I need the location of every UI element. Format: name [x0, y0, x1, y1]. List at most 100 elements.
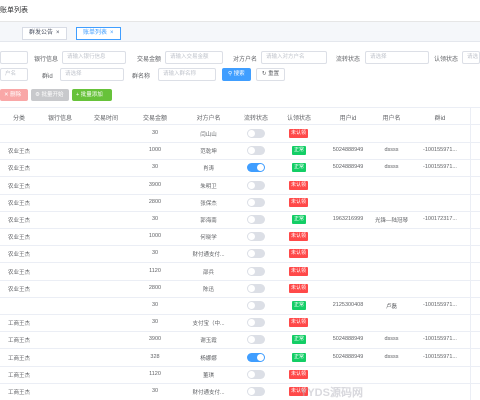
amount-input[interactable]: 请输入交易金额 [165, 51, 223, 64]
toggle-knob [257, 164, 264, 172]
cell-amount: 328 [150, 353, 160, 360]
table-row[interactable]: 工商王杰 30 财付通支付... 未认领 [0, 383, 480, 400]
auth-status-badge: 正常 [292, 163, 307, 173]
search-button[interactable]: ⚲ 搜索 [222, 68, 251, 81]
cell-group-id: -100172317... [423, 216, 457, 222]
flow-status-toggle[interactable] [247, 335, 265, 345]
table-row[interactable]: 农业王杰 1000 范乾坤 5024888949 dssss -100155971... 正… [0, 142, 480, 161]
cell-amount: 30 [151, 250, 159, 257]
flow-status-toggle[interactable] [247, 387, 265, 396]
toggle-knob [248, 130, 255, 137]
flow-status-toggle[interactable] [247, 266, 265, 276]
flow-status-toggle[interactable] [247, 129, 265, 138]
amount-label: 交易金额 [137, 57, 162, 63]
toggle-knob [248, 181, 255, 189]
refresh-icon: ↻ [262, 71, 267, 77]
toggle-knob [248, 302, 255, 309]
toggle-knob [248, 319, 255, 327]
cell-category: 农业王杰 [7, 183, 30, 190]
batch-button-label: 批量开始 [41, 92, 64, 98]
auth-status-badge: 未认领 [289, 232, 309, 242]
cell-counterparty: 支付宝（中... [192, 321, 225, 328]
filter-row-2: 户名 群id 请选择 群名称 请输入群名称 ⚲ 搜索 ↻ 重置 [0, 66, 480, 84]
col-header-group-id: 群id [434, 116, 446, 122]
cell-amount: 1120 [149, 267, 161, 274]
cell-username: dssss [384, 336, 399, 343]
counterparty-input[interactable]: 请输入对方户名 [261, 51, 327, 64]
cell-counterparty: 张保杰 [200, 200, 217, 207]
toggle-knob [248, 198, 255, 206]
cell-username: dssss [384, 164, 399, 171]
auth-status-badge: 未认领 [289, 369, 309, 379]
cell-amount: 3900 [148, 336, 162, 343]
col-header-auth-status: 认领状态 [286, 116, 311, 122]
reset-button[interactable]: ↻ 重置 [256, 68, 286, 81]
cell-amount: 2800 [148, 284, 162, 291]
auth-status-badge: 未认领 [289, 283, 309, 293]
column-divider [470, 107, 471, 400]
table-row[interactable]: 工商王杰 328 杨娜娜 5024888949 dssss -100155971... 正常 [0, 349, 480, 367]
cell-amount: 30 [151, 164, 159, 171]
flow-status-toggle[interactable] [247, 318, 265, 328]
flow-status-select[interactable]: 请选择 [365, 51, 429, 64]
col-header-bank: 银行信息 [47, 116, 72, 122]
tags-view-bar: 群发公告 × 账单列表 × [0, 22, 480, 42]
flow-status-toggle[interactable] [247, 369, 265, 379]
close-icon[interactable]: × [110, 30, 114, 36]
flow-status-toggle[interactable] [247, 352, 265, 362]
cell-amount: 30 [151, 216, 159, 222]
table-row[interactable]: 农业王杰 2800 张保杰 未认领 [0, 194, 480, 212]
batch-start-button[interactable]: ⚙ 批量开始 [31, 89, 69, 101]
delete-button[interactable]: ✕ 删除 [0, 89, 28, 101]
tab-label: 群发公告 [29, 30, 54, 36]
group-id-label: 群id [42, 74, 53, 80]
search-icon: ⚲ [228, 71, 233, 77]
table-row[interactable]: 工商王杰 3900 谢玉霞 5024888949 dssss -100155971... 正… [0, 331, 480, 350]
bank-info-input[interactable]: 请输入银行信息 [62, 51, 126, 64]
table-row[interactable]: 农业王杰 30 财付通支付... 未认领 [0, 245, 480, 264]
flow-status-toggle[interactable] [247, 197, 265, 207]
tab-bill-list[interactable]: 账单列表 × [76, 27, 121, 40]
flow-status-toggle[interactable] [247, 163, 265, 173]
flow-status-toggle[interactable] [247, 283, 265, 293]
auth-status-select[interactable]: 请选 [462, 51, 480, 64]
flow-status-toggle[interactable] [247, 232, 265, 242]
cell-amount: 2800 [148, 198, 162, 205]
toggle-knob [248, 233, 255, 241]
group-name-input[interactable]: 请输入群名称 [158, 68, 216, 81]
cell-category: 农业王杰 [7, 286, 30, 293]
table-row[interactable]: 农业王杰 30 肖涛 5024888949 dssss -100155971... 正常 [0, 159, 480, 178]
flow-status-toggle[interactable] [247, 146, 265, 156]
table-row[interactable]: 30 2125300408 卢磊 -100155971... 正常 [0, 297, 480, 315]
account-name-input[interactable]: 户名 [0, 68, 28, 81]
table-row[interactable]: 农业王杰 30 郭海南 1963216999 光锋—陆冠琴 -100172317... 正常 [0, 211, 480, 229]
close-icon[interactable]: × [56, 30, 60, 36]
table-row[interactable]: 农业王杰 1120 邵兵 未认领 [0, 263, 480, 281]
flow-status-toggle[interactable] [247, 180, 265, 190]
cell-counterparty: 郭海南 [200, 218, 217, 224]
flow-status-toggle[interactable] [247, 301, 265, 310]
reset-button-label: 重置 [268, 71, 280, 77]
batch-add-button[interactable]: + 批量添加 [72, 89, 112, 101]
flow-status-toggle[interactable] [247, 215, 265, 224]
cell-counterparty: 肖涛 [202, 166, 214, 173]
cell-category: 工商王杰 [7, 355, 30, 362]
cell-username: dssss [384, 147, 399, 154]
flow-status-toggle[interactable] [247, 249, 265, 259]
table-row[interactable]: 工商王杰 1120 董琪 未认领 [0, 366, 480, 384]
cell-category: 农业王杰 [7, 269, 30, 276]
toggle-knob [248, 284, 255, 292]
toggle-knob [248, 267, 255, 275]
cell-counterparty: 朱明卫 [200, 183, 217, 190]
cell-counterparty: 邵兵 [202, 269, 214, 276]
batch-add-button-label: + 批量添加 [76, 92, 103, 98]
tab-group-announcement[interactable]: 群发公告 × [22, 27, 67, 40]
group-id-select[interactable]: 请选择 [60, 68, 124, 81]
table-row[interactable]: 工商王杰 30 支付宝（中... 未认领 [0, 314, 480, 333]
table-row[interactable]: 30 闫山山 未认领 [0, 125, 480, 143]
table-row[interactable]: 农业王杰 1000 何晓学 未认领 [0, 228, 480, 247]
table-row[interactable]: 农业王杰 3900 朱明卫 未认领 [0, 177, 480, 195]
filter-input-partial[interactable] [0, 51, 28, 64]
cell-category: 农业王杰 [7, 218, 30, 224]
table-row[interactable]: 农业王杰 2800 陈迅 未认领 [0, 280, 480, 298]
